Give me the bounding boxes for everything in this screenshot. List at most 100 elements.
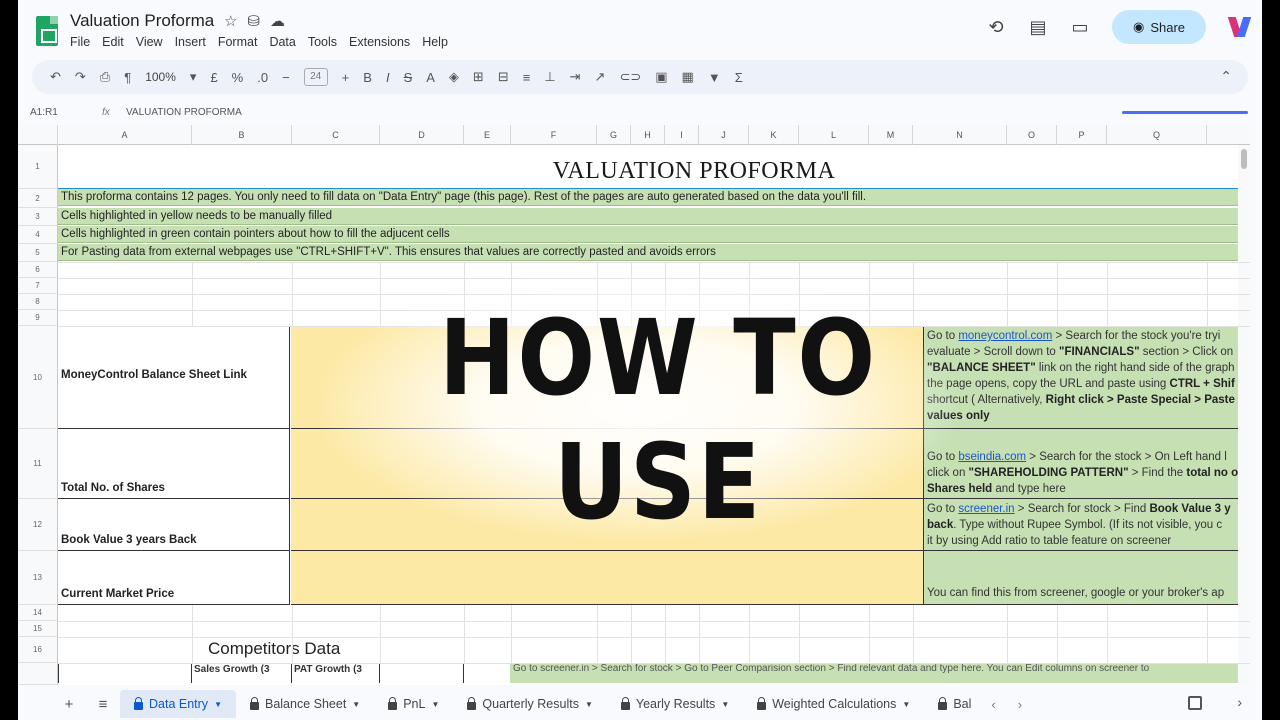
merge-cells-icon[interactable]: ⊟ [498, 69, 509, 85]
row-header-5[interactable]: 5 [18, 244, 58, 262]
rotate-icon[interactable]: ↗ [595, 69, 606, 85]
competitor-header-pat-growth[interactable]: PAT Growth (3 [291, 663, 379, 683]
scroll-left-icon[interactable]: ‹ [991, 697, 995, 712]
tab-weighted-calculations[interactable]: Weighted Calculations ▼ [743, 690, 924, 718]
column-header-d[interactable]: D [380, 125, 464, 145]
field-label-balance-sheet-link[interactable]: MoneyControl Balance Sheet Link [58, 326, 290, 429]
competitor-help[interactable]: Go to screener.in > Search for stock > G… [510, 663, 1250, 683]
row-header-9[interactable]: 9 [18, 310, 58, 326]
row-header-13[interactable]: 13 [18, 551, 58, 605]
redo-icon[interactable]: ↷ [75, 69, 86, 85]
column-header-p[interactable]: P [1057, 125, 1107, 145]
tab-quarterly-results[interactable]: Quarterly Results ▼ [453, 690, 606, 718]
comment-icon[interactable]: ▣ [655, 69, 667, 85]
row-header-4[interactable]: 4 [18, 226, 58, 244]
menu-extensions[interactable]: Extensions [349, 35, 410, 49]
tab-bal[interactable]: Bal [924, 690, 971, 718]
row-header-1[interactable]: 1 [18, 145, 58, 189]
column-header-q[interactable]: Q [1107, 125, 1207, 145]
competitor-header-cell[interactable] [379, 663, 463, 683]
note-row-4[interactable]: Cells highlighted in green contain point… [58, 226, 1250, 243]
undo-icon[interactable]: ↶ [50, 69, 61, 85]
column-header-c[interactable]: C [292, 125, 380, 145]
move-folder-icon[interactable]: ⛁ [247, 12, 260, 30]
row-header-15[interactable]: 15 [18, 621, 58, 637]
comments-icon[interactable]: ▤ [1028, 17, 1048, 38]
percent-icon[interactable]: % [232, 70, 244, 85]
sheets-logo-icon[interactable] [36, 16, 58, 46]
font-size-input[interactable]: 24 [303, 68, 328, 86]
column-header-n[interactable]: N [913, 125, 1007, 145]
menu-tools[interactable]: Tools [308, 35, 337, 49]
wrap-icon[interactable]: ⇥ [570, 69, 581, 85]
menu-help[interactable]: Help [422, 35, 448, 49]
name-box[interactable]: A1:R1 [18, 107, 102, 118]
all-sheets-icon[interactable]: ≡ [86, 696, 120, 713]
field-label-total-shares[interactable]: Total No. of Shares [58, 429, 290, 499]
column-header-g[interactable]: G [597, 125, 631, 145]
tab-balance-sheet[interactable]: Balance Sheet ▼ [236, 690, 374, 718]
document-title[interactable]: Valuation Proforma [70, 11, 214, 31]
menu-format[interactable]: Format [218, 35, 258, 49]
star-icon[interactable]: ☆ [224, 12, 237, 30]
row-header-12[interactable]: 12 [18, 499, 58, 551]
row-header-10[interactable]: 10 [18, 326, 58, 429]
row-header-16[interactable]: 16 [18, 637, 58, 663]
strikethrough-icon[interactable]: S [404, 70, 413, 85]
share-button[interactable]: ◉ Share [1112, 10, 1206, 44]
plus-icon[interactable]: + [342, 70, 350, 85]
add-sheet-icon[interactable]: + [52, 696, 86, 713]
help-book-value[interactable]: Go to screener.in > Search for stock > F… [924, 499, 1250, 551]
sheet-title-cell[interactable]: VALUATION PROFORMA [58, 147, 1250, 189]
row-header-8[interactable]: 8 [18, 294, 58, 310]
tab-data-entry[interactable]: Data Entry ▼ [120, 690, 236, 718]
scroll-right-icon[interactable]: › [1018, 697, 1022, 712]
valign-icon[interactable]: ⊥ [544, 69, 555, 85]
row-header-11[interactable]: 11 [18, 429, 58, 499]
field-label-book-value[interactable]: Book Value 3 years Back [58, 499, 290, 551]
column-header-l[interactable]: L [799, 125, 869, 145]
minus-icon[interactable]: − [282, 70, 290, 85]
field-label-market-price[interactable]: Current Market Price [58, 551, 290, 605]
column-header-e[interactable]: E [464, 125, 511, 145]
row-header-14[interactable]: 14 [18, 605, 58, 621]
fill-color-icon[interactable]: ◈ [449, 69, 459, 85]
column-header-m[interactable]: M [869, 125, 913, 145]
cloud-status-icon[interactable]: ☁ [270, 12, 285, 30]
note-row-2[interactable]: This proforma contains 12 pages. You onl… [58, 189, 1250, 206]
row-header-3[interactable]: 3 [18, 208, 58, 226]
vertical-scrollbar[interactable] [1238, 145, 1250, 685]
bold-icon[interactable]: B [363, 70, 372, 85]
scroll-thumb[interactable] [1241, 149, 1247, 169]
functions-icon[interactable]: Σ [735, 70, 743, 85]
currency-icon[interactable]: £ [210, 70, 217, 85]
text-color-icon[interactable]: A [426, 70, 435, 85]
column-header-j[interactable]: J [699, 125, 749, 145]
tab-yearly-results[interactable]: Yearly Results ▼ [607, 690, 743, 718]
side-panel-toggle-icon[interactable]: › [1237, 694, 1242, 710]
column-header-k[interactable]: K [749, 125, 799, 145]
help-balance-sheet-link[interactable]: Go to moneycontrol.com > Search for the … [924, 326, 1250, 429]
collapse-toolbar-icon[interactable]: ⌃ [1220, 68, 1232, 85]
competitor-header-cell[interactable] [58, 663, 191, 683]
menu-file[interactable]: File [70, 35, 90, 49]
zoom-select[interactable]: 100% [145, 70, 176, 84]
menu-edit[interactable]: Edit [102, 35, 124, 49]
note-row-5[interactable]: For Pasting data from external webpages … [58, 244, 1250, 261]
select-all-corner[interactable] [18, 125, 58, 145]
competitors-title[interactable]: Competitors Data [208, 639, 340, 659]
competitor-header-sales-growth[interactable]: Sales Growth (3 [191, 663, 291, 683]
column-header-h[interactable]: H [631, 125, 665, 145]
align-icon[interactable]: ≡ [523, 70, 531, 85]
menu-insert[interactable]: Insert [175, 35, 206, 49]
row-header-6[interactable]: 6 [18, 262, 58, 278]
gemini-icon[interactable] [1228, 15, 1252, 39]
borders-icon[interactable]: ⊞ [473, 69, 484, 85]
row-header-7[interactable]: 7 [18, 278, 58, 294]
explore-icon[interactable] [1188, 696, 1202, 710]
column-header-b[interactable]: B [192, 125, 292, 145]
note-row-3[interactable]: Cells highlighted in yellow needs to be … [58, 208, 1250, 225]
decrease-decimal-icon[interactable]: .0 [257, 70, 268, 85]
menu-data[interactable]: Data [269, 35, 295, 49]
market-price-input[interactable] [291, 551, 924, 605]
